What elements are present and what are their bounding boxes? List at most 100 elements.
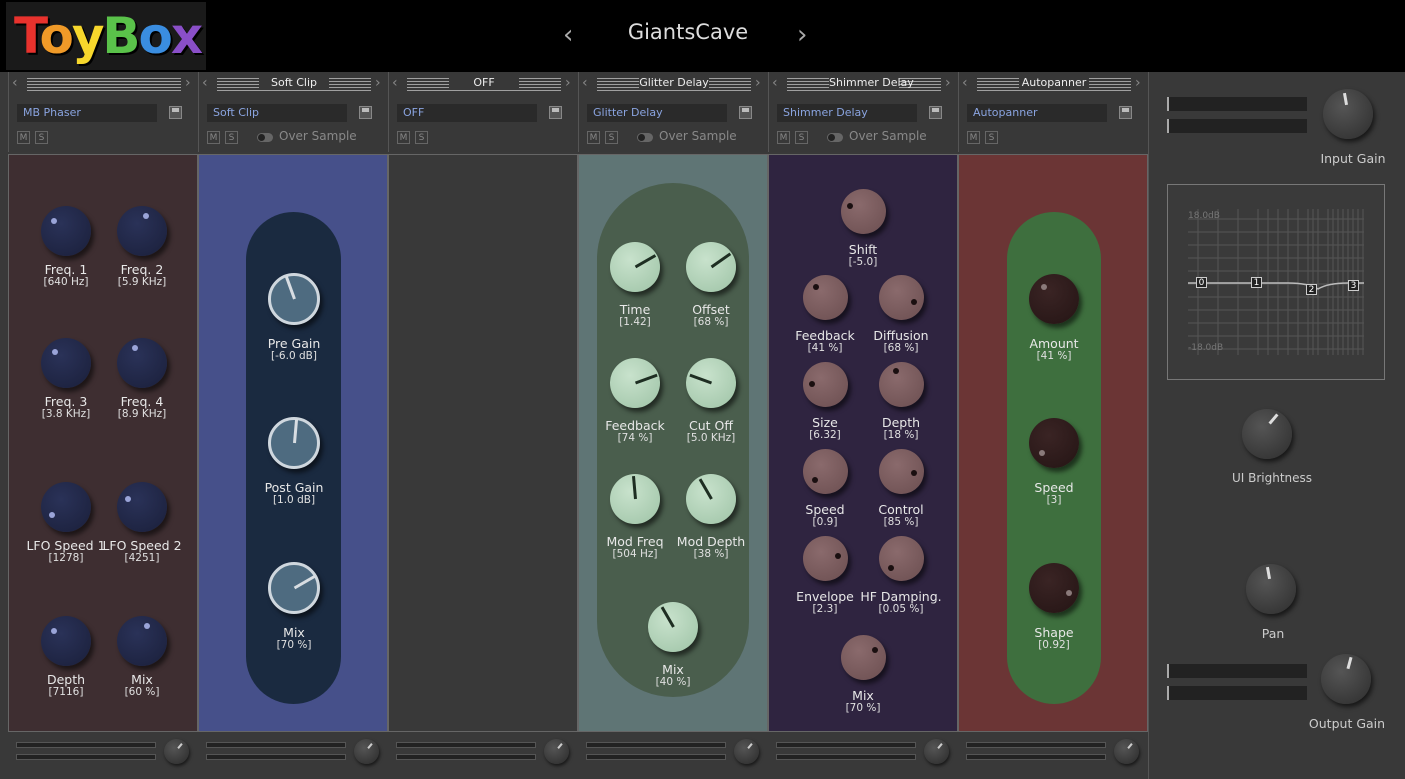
- mute-button[interactable]: M: [17, 131, 30, 144]
- phaser-knob-3[interactable]: [41, 338, 91, 388]
- phaser-4-label: Freq. 4: [120, 394, 164, 409]
- eq-node-2[interactable]: 2: [1306, 284, 1317, 295]
- oversample-toggle[interactable]: [827, 133, 843, 142]
- slot-move-right-button[interactable]: ›: [945, 75, 951, 91]
- solo-button[interactable]: S: [35, 131, 48, 144]
- mute-button[interactable]: M: [587, 131, 600, 144]
- softclip-knob-3[interactable]: [268, 562, 320, 614]
- save-icon[interactable]: [929, 106, 942, 119]
- slot-move-left-button[interactable]: ‹: [962, 75, 968, 91]
- phaser-knob-8[interactable]: [117, 616, 167, 666]
- autopan-knob-1[interactable]: [1029, 274, 1079, 324]
- shimmer-knob-7[interactable]: [878, 448, 924, 494]
- slot-drag-handle[interactable]: [27, 78, 181, 92]
- next-preset-button[interactable]: ›: [797, 20, 807, 50]
- slot-move-right-button[interactable]: ›: [1135, 75, 1141, 91]
- slot-move-left-button[interactable]: ‹: [392, 75, 398, 91]
- slot-gain-knob[interactable]: [924, 739, 949, 764]
- slot-gain-knob[interactable]: [734, 739, 759, 764]
- input-gain-knob[interactable]: [1323, 89, 1373, 139]
- effect-select[interactable]: MB Phaser: [17, 104, 157, 122]
- save-icon[interactable]: [1119, 106, 1132, 119]
- output-gain-knob[interactable]: [1321, 654, 1371, 704]
- slot-move-right-button[interactable]: ›: [375, 75, 381, 91]
- phaser-8-label: Mix: [131, 672, 153, 687]
- phaser-knob-1[interactable]: [41, 206, 91, 256]
- slot-move-left-button[interactable]: ‹: [772, 75, 778, 91]
- master-panel: Input Gain 18.0dB -18.0dB 0 1 2 3 UI Bri…: [1148, 72, 1405, 779]
- slot-gain-knob[interactable]: [354, 739, 379, 764]
- solo-button[interactable]: S: [605, 131, 618, 144]
- glitter-knob-3[interactable]: [610, 358, 660, 408]
- pan-knob[interactable]: [1246, 564, 1296, 614]
- eq-node-3[interactable]: 3: [1348, 280, 1359, 291]
- glitter-knob-6[interactable]: [686, 474, 736, 524]
- oversample-toggle[interactable]: [257, 133, 273, 142]
- eq-node-1[interactable]: 1: [1251, 277, 1262, 288]
- shimmer-knob-3[interactable]: [878, 274, 924, 320]
- solo-button[interactable]: S: [225, 131, 238, 144]
- save-icon[interactable]: [739, 106, 752, 119]
- slot-gain-knob[interactable]: [164, 739, 189, 764]
- mute-button[interactable]: M: [967, 131, 980, 144]
- slot-move-right-button[interactable]: ›: [755, 75, 761, 91]
- prev-preset-button[interactable]: ‹: [563, 20, 573, 50]
- autopan-knob-3-indicator: [1066, 590, 1073, 597]
- save-icon[interactable]: [549, 106, 562, 119]
- glitter-4-label: Cut Off: [689, 418, 733, 433]
- glitter-knob-7[interactable]: [648, 602, 698, 652]
- slot-gain-knob[interactable]: [1114, 739, 1139, 764]
- phaser-knob-6[interactable]: [117, 482, 167, 532]
- preset-name[interactable]: GiantsCave: [600, 20, 776, 44]
- phaser-knob-7[interactable]: [41, 616, 91, 666]
- glitter-knob-1[interactable]: [610, 242, 660, 292]
- effect-slot-4: ‹ › Glitter Delay Glitter Delay M S Over Sampl…: [578, 72, 769, 779]
- save-icon[interactable]: [359, 106, 372, 119]
- shimmer-knob-2[interactable]: [802, 274, 848, 320]
- slot-move-right-button[interactable]: ›: [185, 75, 191, 91]
- glitter-2-value: [68 %]: [693, 316, 729, 328]
- ui-brightness-knob[interactable]: [1242, 409, 1292, 459]
- eq-node-0[interactable]: 0: [1196, 277, 1207, 288]
- effect-select[interactable]: Soft Clip: [207, 104, 347, 122]
- eq-display[interactable]: 18.0dB -18.0dB 0 1 2 3: [1167, 184, 1385, 380]
- oversample-toggle[interactable]: [637, 133, 653, 142]
- shimmer-knob-9[interactable]: [878, 535, 924, 581]
- solo-button[interactable]: S: [415, 131, 428, 144]
- autopan-knob-2[interactable]: [1029, 418, 1079, 468]
- slot-move-left-button[interactable]: ‹: [12, 75, 18, 91]
- phaser-knob-4-indicator: [132, 345, 139, 352]
- glitter-4-value: [5.0 KHz]: [686, 432, 736, 444]
- solo-button[interactable]: S: [795, 131, 808, 144]
- phaser-knob-4[interactable]: [117, 338, 167, 388]
- shimmer-knob-5[interactable]: [878, 361, 924, 407]
- glitter-knob-5[interactable]: [610, 474, 660, 524]
- slot-footer: [578, 734, 768, 779]
- effect-select[interactable]: Glitter Delay: [587, 104, 727, 122]
- phaser-knob-2[interactable]: [117, 206, 167, 256]
- slot-move-left-button[interactable]: ‹: [202, 75, 208, 91]
- effect-select[interactable]: Autopanner: [967, 104, 1107, 122]
- solo-button[interactable]: S: [985, 131, 998, 144]
- autopan-knob-3[interactable]: [1029, 563, 1079, 613]
- save-icon[interactable]: [169, 106, 182, 119]
- phaser-knob-1-indicator: [50, 217, 57, 224]
- glitter-knob-4[interactable]: [686, 358, 736, 408]
- phaser-knob-5[interactable]: [41, 482, 91, 532]
- mute-button[interactable]: M: [207, 131, 220, 144]
- shimmer-knob-6[interactable]: [802, 448, 848, 494]
- glitter-knob-2[interactable]: [686, 242, 736, 292]
- effect-select[interactable]: OFF: [397, 104, 537, 122]
- shimmer-knob-1[interactable]: [840, 188, 886, 234]
- shimmer-knob-10[interactable]: [840, 634, 886, 680]
- mute-button[interactable]: M: [777, 131, 790, 144]
- softclip-knob-2[interactable]: [268, 417, 320, 469]
- shimmer-knob-4[interactable]: [802, 361, 848, 407]
- shimmer-knob-8[interactable]: [802, 535, 848, 581]
- effect-select[interactable]: Shimmer Delay: [777, 104, 917, 122]
- softclip-knob-1[interactable]: [268, 273, 320, 325]
- slot-gain-knob[interactable]: [544, 739, 569, 764]
- mute-button[interactable]: M: [397, 131, 410, 144]
- slot-move-left-button[interactable]: ‹: [582, 75, 588, 91]
- slot-move-right-button[interactable]: ›: [565, 75, 571, 91]
